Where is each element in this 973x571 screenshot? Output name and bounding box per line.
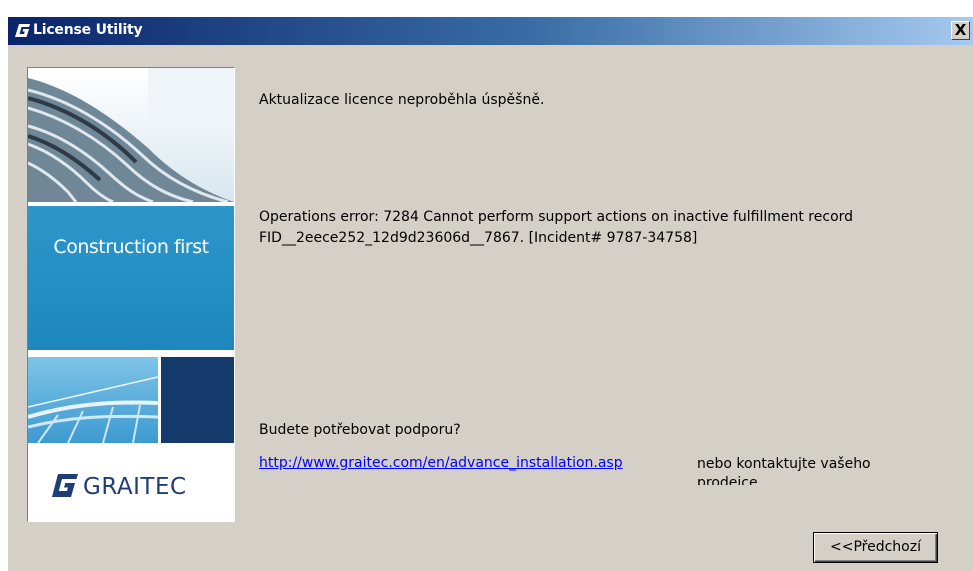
building-photo — [28, 68, 234, 202]
slogan-band — [28, 206, 234, 350]
close-icon: X — [954, 21, 967, 39]
back-button[interactable]: <<Předchozí — [813, 532, 938, 563]
bridge-photo — [28, 357, 158, 443]
contact-text: nebo kontaktujte vašeho prodejce. — [697, 456, 871, 485]
logo-text: GRAITEC — [83, 474, 187, 500]
status-message: Aktualizace licence neproběhla úspěšně. — [259, 92, 545, 108]
close-button[interactable]: X — [951, 21, 970, 40]
branding-panel: Construction first GRAITEC — [27, 67, 235, 522]
slogan-text: Construction first — [53, 236, 209, 258]
support-question: Budete potřebovat podporu? — [259, 422, 461, 438]
license-utility-window: License Utility X Construction first GRA… — [7, 17, 973, 571]
error-message: Operations error: 7284 Cannot perform su… — [259, 209, 854, 246]
title-bar[interactable]: License Utility X — [8, 17, 973, 45]
window-title: License Utility — [33, 22, 143, 38]
support-link[interactable]: http://www.graitec.com/en/advance_instal… — [259, 455, 623, 471]
navy-block — [161, 357, 234, 443]
graitec-g-icon — [15, 24, 30, 37]
graitec-logo: GRAITEC — [28, 446, 234, 521]
graitec-logo-mark — [52, 474, 78, 497]
